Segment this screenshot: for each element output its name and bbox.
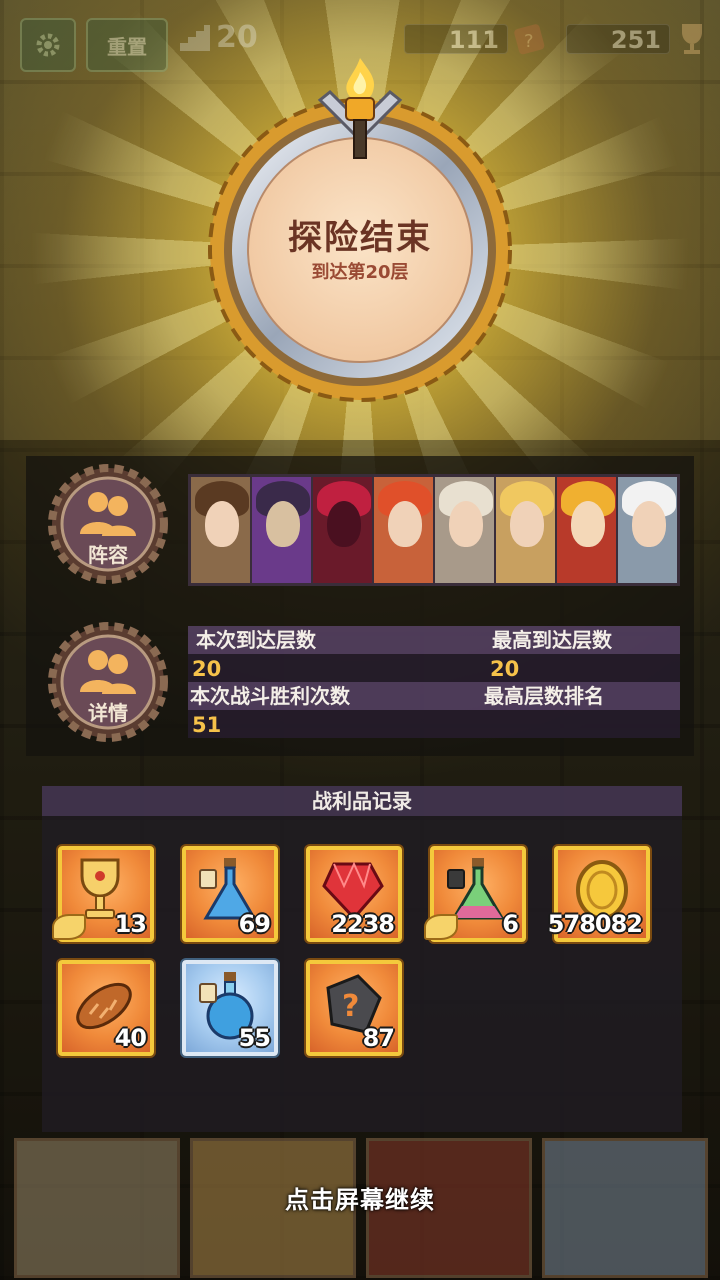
details-table: 本次到达层数 最高到达层数 20 20 本次战斗胜利次数 最高层数排名 51 bbox=[188, 626, 680, 738]
lineup-label: 阵容 bbox=[88, 543, 128, 567]
hero-portrait[interactable] bbox=[618, 477, 677, 583]
rank-label: 最高层数排名 bbox=[484, 684, 604, 708]
hero-portrait[interactable] bbox=[374, 477, 433, 583]
loot-panel: 战利品记录 bbox=[42, 786, 682, 1132]
loot-item-mystery-stone[interactable]: ? 87 bbox=[306, 960, 402, 1056]
max-floor-value: 20 bbox=[490, 657, 520, 681]
svg-text:?: ? bbox=[342, 989, 359, 1024]
hero-lineup bbox=[188, 474, 680, 586]
hero-portrait[interactable] bbox=[191, 477, 250, 583]
loot-item-round-potion[interactable]: 55 bbox=[182, 960, 278, 1056]
reset-button[interactable]: 重置 bbox=[86, 18, 168, 72]
loot-count: 2238 bbox=[331, 910, 395, 938]
loot-count: 13 bbox=[114, 910, 147, 938]
loot-count: 55 bbox=[238, 1024, 271, 1052]
trophy-icon bbox=[682, 24, 702, 54]
settings-button[interactable] bbox=[20, 18, 76, 72]
current-floor-label: 本次到达层数 bbox=[196, 628, 316, 652]
svg-text:?: ? bbox=[524, 31, 534, 52]
hero-portrait[interactable] bbox=[557, 477, 616, 583]
current-floor-value: 20 bbox=[192, 657, 222, 681]
loot-item-bread[interactable]: 40 bbox=[58, 960, 154, 1056]
loot-item-ruby[interactable]: 2238 bbox=[306, 846, 402, 942]
hero-portrait[interactable] bbox=[252, 477, 311, 583]
max-floor-label: 最高到达层数 bbox=[492, 628, 612, 652]
loot-item-gold-coin[interactable]: 578082 bbox=[548, 846, 650, 942]
hero-portrait[interactable] bbox=[435, 477, 494, 583]
loot-count: 87 bbox=[362, 1024, 395, 1052]
wing-ornament-icon bbox=[424, 914, 458, 940]
loot-count: 40 bbox=[114, 1024, 147, 1052]
torch-icon bbox=[345, 58, 375, 159]
wins-value: 51 bbox=[192, 713, 222, 737]
gear-icon bbox=[36, 33, 60, 57]
wing-ornament-icon bbox=[52, 914, 86, 940]
stat-pill-2: 251 bbox=[566, 24, 670, 54]
lineup-badge: 阵容 bbox=[46, 462, 170, 586]
loot-title: 战利品记录 bbox=[42, 786, 682, 816]
loot-count: 6 bbox=[502, 910, 519, 938]
loot-item-blue-potion[interactable]: 69 bbox=[182, 846, 278, 942]
result-title: 探险结束 bbox=[288, 218, 432, 258]
loot-count: 578082 bbox=[547, 910, 643, 938]
hero-portrait[interactable] bbox=[496, 477, 555, 583]
wins-label: 本次战斗胜利次数 bbox=[190, 684, 350, 708]
hero-portrait[interactable] bbox=[313, 477, 372, 583]
stairs-icon bbox=[180, 24, 210, 51]
details-label: 详情 bbox=[88, 701, 128, 725]
floor-indicator: 20 bbox=[180, 20, 258, 55]
details-badge: 详情 bbox=[46, 620, 170, 744]
floor-value: 20 bbox=[216, 20, 258, 55]
stat-pill-1: 111 bbox=[404, 24, 508, 54]
loot-count: 69 bbox=[238, 910, 271, 938]
result-subtitle: 到达第20层 bbox=[311, 262, 409, 283]
tap-to-continue[interactable]: 点击屏幕继续 bbox=[0, 1180, 720, 1215]
scroll-icon: ? bbox=[514, 24, 545, 55]
